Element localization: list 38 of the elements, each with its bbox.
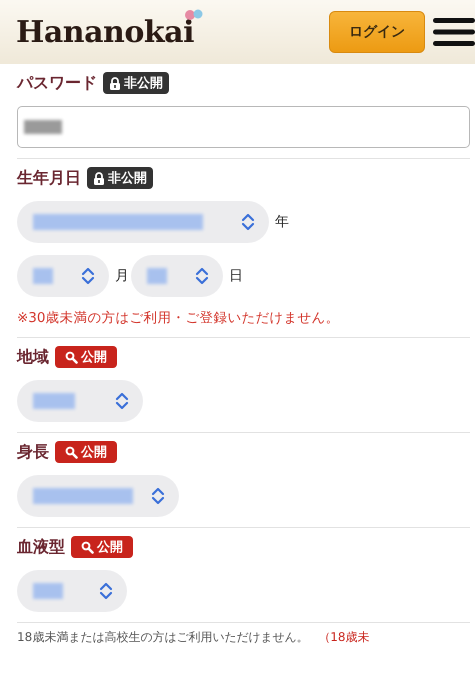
age-notice: ※30歳未満の方はご利用・ご登録いただけません。 [17,309,340,327]
visibility-badge: 公開 [55,346,117,368]
visibility-badge: 公開 [71,536,133,558]
field-label: パスワード [17,72,97,94]
blurred-value [147,268,167,284]
age-restriction-text: 18歳未満または高校生の方はご利用いただけません。 （18歳未 [17,629,371,646]
field-label: 血液型 [17,536,65,558]
chevron-icon [115,392,129,410]
chevron-icon [151,487,165,505]
unit-label: 年 [275,213,289,231]
chevron-icon [99,582,113,600]
visibility-badge: 非公開 [103,72,169,94]
select-field[interactable] [17,380,143,422]
select-field[interactable] [17,255,109,297]
blurred-value [33,393,75,409]
hearts-icon [184,8,204,20]
unit-label: 日 [229,267,243,285]
blurred-value [33,583,63,599]
logo[interactable]: Hananokai [16,14,194,50]
unit-label: 月 [115,267,129,285]
field-label: 身長 [17,442,49,462]
chevron-icon [195,267,209,285]
chevron-icon [241,213,255,231]
blurred-value [33,268,53,284]
visibility-badge: 公開 [55,441,117,463]
password-field[interactable] [17,106,470,148]
field-label: 地域 [17,346,49,368]
select-field[interactable] [17,570,127,612]
chevron-icon [81,267,95,285]
notice-link[interactable]: （18歳未 [318,630,370,644]
field-label: 生年月日 [17,168,81,188]
blurred-value [24,120,62,134]
login-button[interactable]: ログイン [329,11,425,53]
visibility-badge: 非公開 [87,167,153,189]
menu-icon[interactable] [433,17,475,47]
select-field[interactable] [17,475,179,517]
select-field[interactable] [17,201,269,243]
select-field[interactable] [131,255,223,297]
